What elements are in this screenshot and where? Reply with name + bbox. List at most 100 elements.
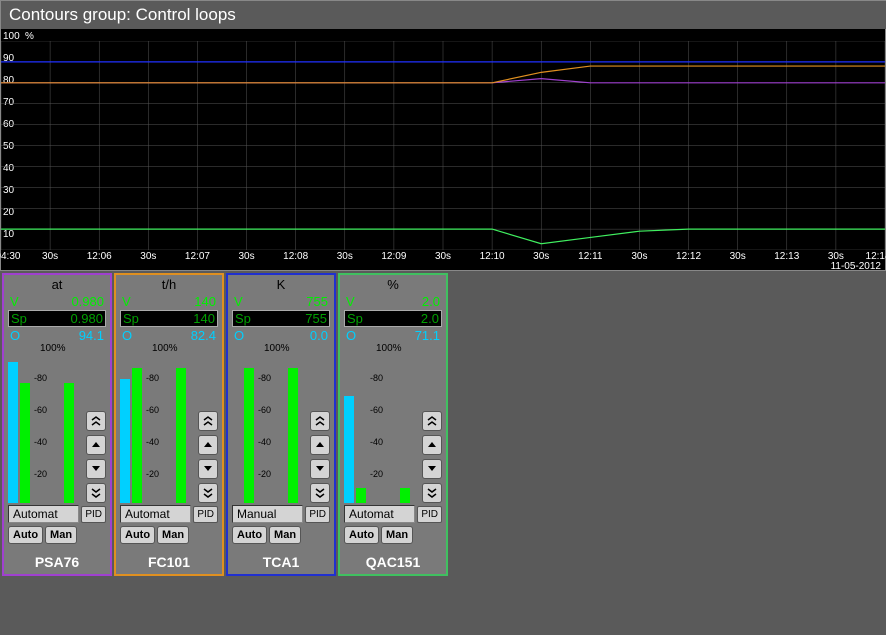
scale-tick: -60 (258, 405, 271, 415)
x-tick: 30s (533, 251, 549, 262)
double-up-button[interactable] (310, 411, 330, 431)
output-row: O0.0 (232, 328, 330, 343)
trend-chart: %100908070605040302010 11-05-2012 12:04:… (0, 29, 886, 271)
scale-top: 100% (152, 343, 178, 354)
value-bar (132, 368, 142, 503)
setpoint-row[interactable]: Sp0.980 (8, 310, 106, 327)
setpoint-bar (400, 488, 410, 503)
unit-label: t/h (120, 277, 218, 292)
up-button[interactable] (310, 435, 330, 455)
pid-button[interactable]: PID (81, 506, 106, 523)
chart-grid (1, 41, 885, 250)
double-up-button[interactable] (198, 411, 218, 431)
pid-button[interactable]: PID (305, 506, 330, 523)
scale-tick: -80 (34, 373, 47, 383)
x-tick: 12:06 (87, 251, 112, 262)
up-button[interactable] (86, 435, 106, 455)
double-up-button[interactable] (422, 411, 442, 431)
up-button[interactable] (198, 435, 218, 455)
panel-psa76: at V0.980 Sp0.980 O94.1 100% -80-60-40-2… (2, 273, 112, 576)
x-tick: 12:08 (283, 251, 308, 262)
manual-button[interactable]: Man (269, 526, 301, 544)
scale-tick: -40 (146, 437, 159, 447)
x-tick: 12:11 (578, 251, 602, 262)
scale-tick: -20 (34, 469, 47, 479)
manual-button[interactable]: Man (381, 526, 413, 544)
setpoint-bar (176, 368, 186, 503)
double-down-button[interactable] (86, 483, 106, 503)
mode-display: Automat (8, 505, 79, 523)
x-tick: 30s (238, 251, 254, 262)
unit-label: % (344, 277, 442, 292)
x-tick: 30s (337, 251, 353, 262)
scale-tick: -40 (258, 437, 271, 447)
auto-button[interactable]: Auto (232, 526, 267, 544)
value-row: V2.0 (344, 294, 442, 309)
scale-tick: -80 (146, 373, 159, 383)
auto-button[interactable]: Auto (8, 526, 43, 544)
scale-top: 100% (40, 343, 66, 354)
setpoint-row[interactable]: Sp2.0 (344, 310, 442, 327)
auto-button[interactable]: Auto (120, 526, 155, 544)
down-button[interactable] (422, 459, 442, 479)
scale-top: 100% (264, 343, 290, 354)
manual-button[interactable]: Man (157, 526, 189, 544)
value-row: V755 (232, 294, 330, 309)
x-tick: 30s (730, 251, 746, 262)
mode-display: Manual (232, 505, 303, 523)
mode-display: Automat (120, 505, 191, 523)
scale-top: 100% (376, 343, 402, 354)
output-row: O71.1 (344, 328, 442, 343)
panel-tca1: K V755 Sp755 O0.0 100% -80-60-40-20 Manu… (226, 273, 336, 576)
scale-tick: -40 (34, 437, 47, 447)
double-down-button[interactable] (310, 483, 330, 503)
unit-label: K (232, 277, 330, 292)
down-button[interactable] (198, 459, 218, 479)
pid-button[interactable]: PID (193, 506, 218, 523)
scale-tick: -60 (370, 405, 383, 415)
control-panels: at V0.980 Sp0.980 O94.1 100% -80 -60 -40 -2… (0, 271, 886, 578)
unit-label: at (8, 277, 106, 292)
double-up-button[interactable] (86, 411, 106, 431)
scale: 100% -80-60-40-20 (370, 353, 400, 503)
scale: 100% -80-60-40-20 (258, 353, 288, 503)
auto-button[interactable]: Auto (344, 526, 379, 544)
pid-button[interactable]: PID (417, 506, 442, 523)
double-down-button[interactable] (198, 483, 218, 503)
down-button[interactable] (310, 459, 330, 479)
setpoint-bar (64, 383, 74, 503)
value-bar (356, 488, 366, 503)
scale-tick: -80 (258, 373, 271, 383)
scale: 100% -80-60-40-20 (34, 353, 64, 503)
output-row: O94.1 (8, 328, 106, 343)
up-button[interactable] (422, 435, 442, 455)
double-down-button[interactable] (422, 483, 442, 503)
panel-fc101: t/h V140 Sp140 O82.4 100% -80-60-40-20 A… (114, 273, 224, 576)
window-title: Contours group: Control loops (0, 0, 886, 29)
output-row: O82.4 (120, 328, 218, 343)
tag-label: QAC151 (344, 554, 442, 570)
manual-button[interactable]: Man (45, 526, 77, 544)
down-button[interactable] (86, 459, 106, 479)
scale-tick: -40 (370, 437, 383, 447)
bar-area: 100% -80-60-40-20 (8, 345, 106, 503)
scale-tick: -20 (146, 469, 159, 479)
x-axis: 11-05-2012 12:04:3030s12:0630s12:0730s12… (1, 250, 885, 270)
x-tick: 12:04:30 (0, 251, 20, 262)
value-bar (20, 383, 30, 503)
x-tick: 30s (828, 251, 844, 262)
scale-tick: -80 (370, 373, 383, 383)
panel-qac151: % V2.0 Sp2.0 O71.1 100% -80-60-40-20 Aut… (338, 273, 448, 576)
scale: 100% -80-60-40-20 (146, 353, 176, 503)
bar-area: 100% -80-60-40-20 (344, 345, 442, 503)
setpoint-row[interactable]: Sp755 (232, 310, 330, 327)
x-tick: 12:14:30 (866, 251, 886, 262)
setpoint-row[interactable]: Sp140 (120, 310, 218, 327)
output-bar (8, 362, 18, 503)
x-tick: 30s (42, 251, 58, 262)
value-row: V0.980 (8, 294, 106, 309)
output-bar (120, 379, 130, 503)
setpoint-bar (288, 368, 298, 503)
tag-label: PSA76 (8, 554, 106, 570)
value-bar (244, 368, 254, 503)
